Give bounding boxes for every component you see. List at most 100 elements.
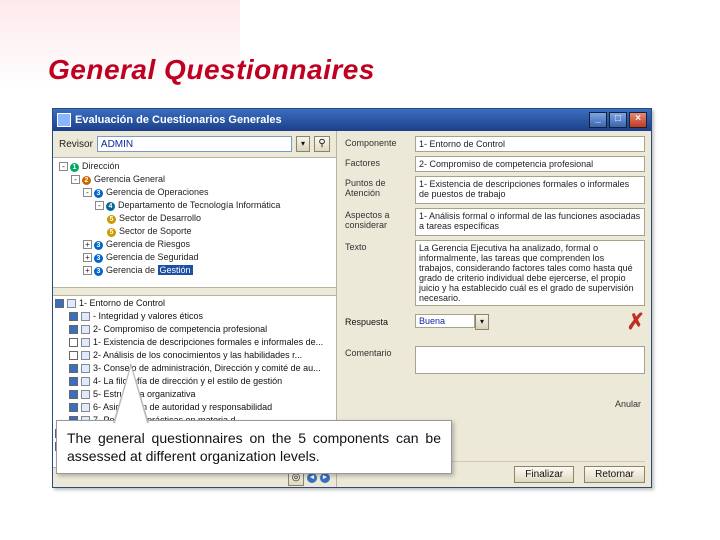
tree-node-label: Gerencia General — [94, 174, 165, 184]
expand-icon[interactable]: + — [83, 266, 92, 275]
revisor-filter-button[interactable]: ⚲ — [314, 136, 330, 152]
aspectos-value: 1- Análisis formal o informal de las fun… — [415, 208, 645, 236]
revisor-input[interactable] — [97, 136, 292, 152]
titlebar: Evaluación de Cuestionarios Generales _ … — [53, 109, 651, 131]
node-bullet-icon: 3 — [94, 267, 103, 276]
checkbox[interactable] — [69, 351, 78, 360]
aspectos-label: Aspectos a considerar — [345, 208, 409, 236]
slide-callout: The general questionnaires on the 5 comp… — [56, 420, 452, 474]
slide-title: General Questionnaires — [48, 54, 375, 86]
list-item[interactable]: 2- Compromiso de competencia profesional — [55, 323, 334, 336]
respuesta-dropdown-arrow[interactable]: ▾ — [475, 314, 489, 330]
tree-node[interactable]: 5Sector de Soporte — [57, 225, 336, 238]
checkbox[interactable] — [55, 299, 64, 308]
tree-node-label: Gerencia de Operaciones — [106, 187, 209, 197]
node-bullet-icon: 5 — [107, 215, 116, 224]
expand-icon[interactable]: - — [95, 201, 104, 210]
node-bullet-icon: 1 — [70, 163, 79, 172]
checkbox[interactable] — [69, 312, 78, 321]
window-title: Evaluación de Cuestionarios Generales — [75, 114, 587, 126]
list-item[interactable]: 3- Consejo de administración, Dirección … — [55, 362, 334, 375]
tree-node[interactable]: 5Sector de Desarrollo — [57, 212, 336, 225]
checkbox[interactable] — [69, 403, 78, 412]
tree-node[interactable]: -2Gerencia General — [57, 173, 336, 186]
respuesta-label: Respuesta — [345, 317, 409, 327]
node-bullet-icon: 4 — [106, 202, 115, 211]
list-item[interactable]: 2- Análisis de los conocimientos y las h… — [55, 349, 334, 362]
puntos-value: 1- Existencia de descripciones formales … — [415, 176, 645, 204]
texto-label: Texto — [345, 240, 409, 306]
expand-icon[interactable]: + — [83, 253, 92, 262]
tree-node-selected: Gestión — [158, 265, 193, 275]
close-button[interactable]: × — [629, 112, 647, 128]
tree-node-label: Departamento de Tecnología Informática — [118, 200, 280, 210]
list-item[interactable]: 4- La filosofía de dirección y el estilo… — [55, 375, 334, 388]
next-icon[interactable]: ► — [320, 473, 330, 483]
comentario-label: Comentario — [345, 346, 409, 374]
respuesta-input[interactable] — [415, 314, 475, 328]
cancel-icon[interactable]: ✗ — [627, 315, 645, 329]
item-icon — [81, 338, 90, 347]
expand-icon[interactable]: - — [59, 162, 68, 171]
item-icon — [81, 312, 90, 321]
tree-node-label: Gerencia de Riesgos — [106, 239, 190, 249]
texto-value: La Gerencia Ejecutiva ha analizado, form… — [415, 240, 645, 306]
factores-label: Factores — [345, 156, 409, 172]
item-icon — [81, 364, 90, 373]
tree-node[interactable]: -1Dirección — [57, 160, 336, 173]
node-bullet-icon: 3 — [94, 189, 103, 198]
list-item[interactable]: 1- Existencia de descripciones formales … — [55, 336, 334, 349]
org-tree[interactable]: -1Dirección-2Gerencia General-3Gerencia … — [53, 158, 336, 288]
app-icon — [57, 113, 71, 127]
node-bullet-icon: 3 — [94, 241, 103, 250]
comentario-value[interactable] — [415, 346, 645, 374]
componente-label: Componente — [345, 136, 409, 152]
tree-node[interactable]: +3Gerencia de Seguridad — [57, 251, 336, 264]
item-icon — [81, 403, 90, 412]
maximize-button[interactable]: □ — [609, 112, 627, 128]
tree-node-label: Gerencia de Seguridad — [106, 252, 199, 262]
expand-icon[interactable]: - — [71, 175, 80, 184]
list-item-label: 2- Compromiso de competencia profesional — [93, 323, 267, 336]
list-item-label: - Integridad y valores éticos — [93, 310, 203, 323]
anular-label: Anular — [615, 399, 641, 409]
list-item[interactable]: 6- Asignación de autoridad y responsabil… — [55, 401, 334, 414]
node-bullet-icon: 5 — [107, 228, 116, 237]
tree-node-label: Dirección — [82, 161, 120, 171]
retornar-button[interactable]: Retornar — [584, 466, 645, 483]
finalizar-button[interactable]: Finalizar — [514, 466, 574, 483]
tree-node[interactable]: +3Gerencia de Riesgos — [57, 238, 336, 251]
tree-node[interactable]: -3Gerencia de Operaciones — [57, 186, 336, 199]
componente-value: 1- Entorno de Control — [415, 136, 645, 152]
splitter[interactable] — [53, 288, 336, 296]
list-item[interactable]: 5- Estructura organizativa — [55, 388, 334, 401]
item-icon — [81, 325, 90, 334]
checkbox[interactable] — [69, 338, 78, 347]
factores-value: 2- Compromiso de competencia profesional — [415, 156, 645, 172]
revisor-dropdown-arrow[interactable]: ▾ — [296, 136, 310, 152]
node-bullet-icon: 2 — [82, 176, 91, 185]
list-item-label: 1- Existencia de descripciones formales … — [93, 336, 323, 349]
item-icon — [81, 377, 90, 386]
minimize-button[interactable]: _ — [589, 112, 607, 128]
list-item-label: 1- Entorno de Control — [79, 297, 165, 310]
checkbox[interactable] — [69, 377, 78, 386]
expand-icon[interactable]: + — [83, 240, 92, 249]
tree-node-label: Sector de Soporte — [119, 226, 192, 236]
item-icon — [81, 390, 90, 399]
tree-node[interactable]: +3Gerencia de Gestión — [57, 264, 336, 277]
expand-icon[interactable]: - — [83, 188, 92, 197]
item-icon — [67, 299, 76, 308]
tree-node-label: Gerencia de — [106, 265, 155, 275]
checkbox[interactable] — [69, 325, 78, 334]
item-icon — [81, 351, 90, 360]
list-item[interactable]: 1- Entorno de Control — [55, 297, 334, 310]
checkbox[interactable] — [69, 364, 78, 373]
list-item[interactable]: - Integridad y valores éticos — [55, 310, 334, 323]
prev-icon[interactable]: ◄ — [307, 473, 317, 483]
list-item-label: 2- Análisis de los conocimientos y las h… — [93, 349, 302, 362]
checkbox[interactable] — [69, 390, 78, 399]
revisor-label: Revisor — [59, 139, 93, 150]
tree-node[interactable]: -4Departamento de Tecnología Informática — [57, 199, 336, 212]
node-bullet-icon: 3 — [94, 254, 103, 263]
